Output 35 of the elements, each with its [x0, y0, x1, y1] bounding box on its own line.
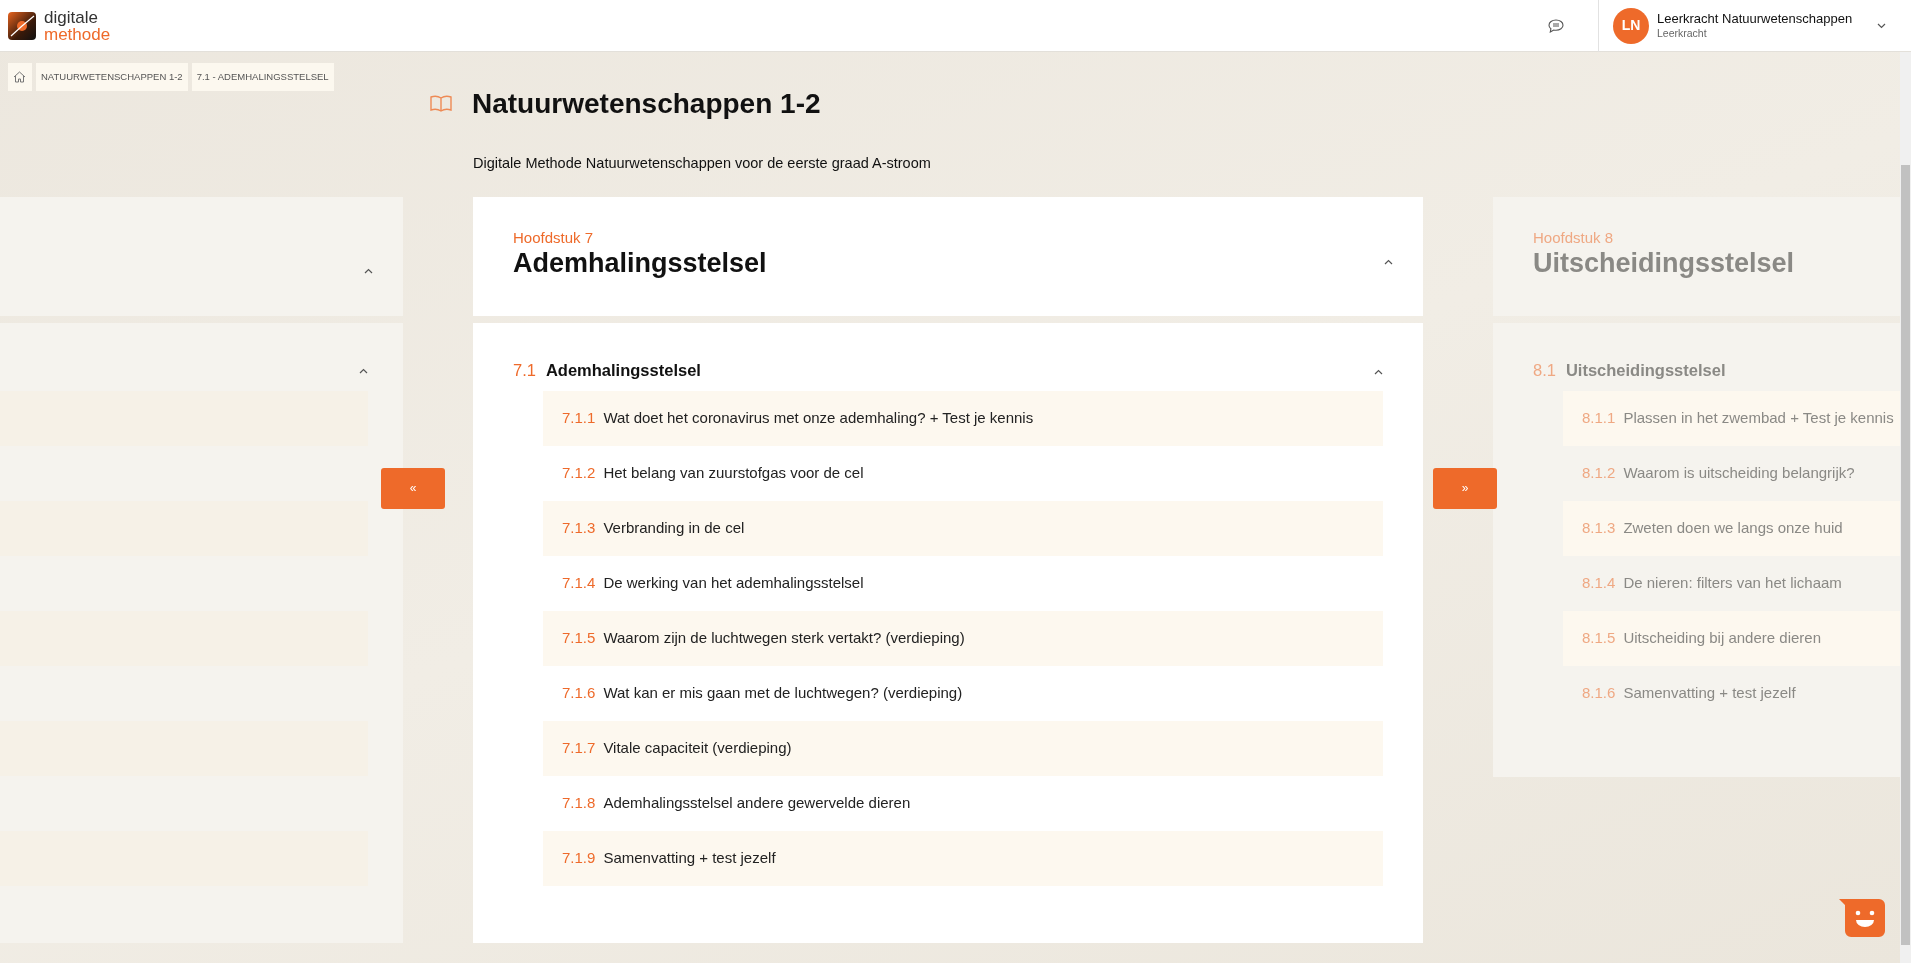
breadcrumb-link[interactable]: NATUURWETENSCHAPPEN 1-2	[36, 63, 188, 91]
book-icon	[430, 95, 452, 113]
chapter-label: Hoofdstuk 8	[1533, 227, 1615, 248]
lesson-item[interactable]: 7.1.4 De werking van het ademhalingsstelsel	[543, 555, 1383, 611]
lesson-item[interactable]: 7.1.1 Wat doet het coronavirus met onze ademhaling? + Test je kennis	[543, 390, 1383, 446]
collapse-icon[interactable]	[359, 367, 368, 374]
dropdown-caret-icon[interactable]	[1877, 23, 1886, 30]
collapse-icon[interactable]	[1374, 369, 1383, 375]
lesson-item[interactable]: 7.1.8 Ademhalingsstelsel andere gewervelde dieren	[543, 775, 1383, 831]
breadcrumb-link[interactable]: 7.1 - ADEMHALINGSSTELSEL	[191, 63, 334, 91]
chat-bot-icon[interactable]	[1839, 899, 1885, 937]
lesson-item[interactable]: 7.1.5 Waarom zijn de luchtwegen sterk vertakt? (verdieping)	[543, 610, 1383, 666]
logo-text[interactable]: digitale methode	[44, 8, 111, 43]
chapter-title: Ademhalingsstelsel	[513, 249, 767, 279]
collapse-icon[interactable]	[364, 268, 373, 275]
course-description: Digitale Methode Natuurwetenschappen voor de eerste graad A-stroom	[473, 154, 931, 173]
user-role: Leerkracht	[1657, 26, 1708, 39]
section-number: 7.1	[513, 360, 536, 382]
chat-icon[interactable]	[1548, 18, 1564, 33]
section-number: 8.1	[1533, 360, 1556, 382]
section-title[interactable]: Ademhalingsstelsel	[545, 358, 701, 384]
home-button[interactable]	[8, 63, 32, 91]
lesson-item[interactable]: 7.1.3 Verbranding in de cel	[543, 500, 1383, 556]
collapse-icon[interactable]	[1384, 258, 1393, 265]
home-icon	[13, 71, 26, 83]
scrollbar[interactable]	[1900, 52, 1911, 963]
lesson-item[interactable]: 7.1.6 Wat kan er mis gaan met de luchtwegen? (verdieping)	[543, 665, 1383, 721]
lesson-item[interactable]: 7.1.7 Vitale capaciteit (verdieping)	[543, 720, 1383, 776]
user-name[interactable]: Leerkracht Natuurwetenschappen	[1657, 12, 1869, 27]
lesson-item[interactable]: 7.1.2 Het belang van zuurstofgas voor de cel	[543, 445, 1383, 501]
course-title: Natuurwetenschappen 1-2	[472, 87, 821, 121]
logo-icon	[8, 11, 36, 40]
chapter-title: Uitscheidingsstelsel	[1533, 249, 1795, 279]
lesson-item[interactable]: 7.1.9 Samenvatting + test jezelf	[543, 830, 1383, 886]
chapter-label: Hoofdstuk 7	[513, 227, 595, 248]
